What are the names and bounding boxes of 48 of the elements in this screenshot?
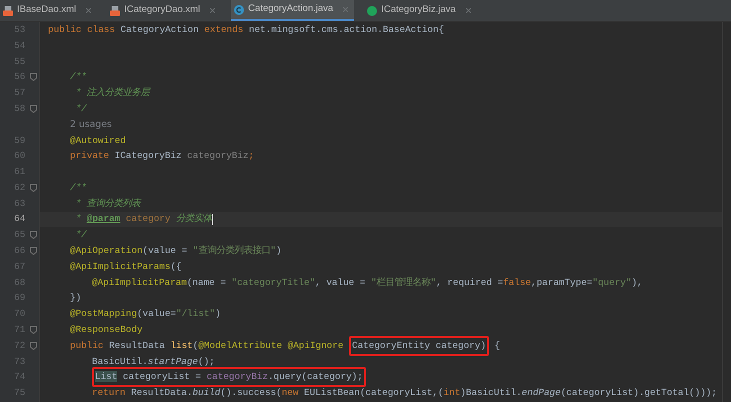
code-line: @ApiImplicitParams({: [70, 260, 182, 274]
close-icon[interactable]: [343, 7, 348, 12]
code-line: * 查询分类列表: [74, 196, 141, 211]
close-icon[interactable]: [86, 8, 92, 13]
code-line: @PostMapping(value="/list"): [70, 307, 221, 322]
code-line: */: [74, 228, 87, 242]
editor-tab[interactable]: ICategoryBiz.java: [364, 0, 477, 21]
code-line: }): [70, 291, 82, 306]
code-line: @ApiImplicitParam(name = "categoryTitle", value = "栏目管理名称", required =false,paramType="query"),: [92, 276, 643, 290]
fold-icon[interactable]: [30, 342, 37, 350]
editor-tab[interactable]: CategoryAction.java: [231, 0, 354, 21]
editor-tab[interactable]: IBaseDao.xml: [0, 0, 98, 21]
tab-label: IBaseDao.xml: [17, 3, 76, 18]
close-icon[interactable]: [466, 8, 471, 13]
close-icon[interactable]: [210, 8, 216, 13]
fold-icon[interactable]: [30, 231, 37, 240]
code-line: */: [74, 102, 87, 116]
code-text: public ResultData list(@ModelAttribute @ApiIgnore: [70, 338, 344, 353]
file-icon: [110, 6, 120, 16]
code-text: {: [493, 338, 500, 353]
code-line: BasicUtil.startPage();: [92, 354, 215, 369]
fold-icon[interactable]: [30, 104, 37, 113]
file-icon: [3, 6, 13, 16]
tab-label: CategoryAction.java: [248, 2, 334, 16]
highlight-box: CategoryEntity category): [349, 336, 489, 356]
tab-label: ICategoryDao.xml: [124, 3, 200, 18]
editor-tab[interactable]: ICategoryDao.xml: [107, 0, 222, 21]
code-line: private ICategoryBiz categoryBiz;: [70, 149, 254, 164]
code-line: * @param category 分类实体: [74, 212, 212, 226]
code-line: public class CategoryAction extends net.mingsoft.cms.action.BaseAction{: [48, 22, 444, 37]
line-number: 64: [14, 213, 26, 224]
text-cursor: [212, 214, 214, 225]
code-line: * 注入分类业务层: [74, 86, 150, 100]
interface-icon: [367, 6, 378, 16]
code-line: @Autowired: [70, 134, 126, 148]
fold-icon[interactable]: [30, 326, 37, 334]
code-line: return ResultData.build().success(new EUListBean(categoryList,(int)BasicUtil.endPage(categoryList).getTotal()));: [92, 386, 717, 400]
fold-icon[interactable]: [30, 184, 37, 192]
class-icon: [234, 4, 244, 14]
fold-icon[interactable]: [30, 73, 37, 82]
code-line: @ApiOperation(value = "查询分类列表接口"): [70, 244, 282, 258]
fold-icon[interactable]: [30, 247, 37, 256]
tab-label: ICategoryBiz.java: [381, 3, 456, 18]
usage-hint: 2 usages: [70, 118, 112, 132]
code-line: @ResponseBody: [70, 323, 143, 337]
code-line: /**: [70, 180, 87, 195]
code-line: /**: [70, 70, 87, 84]
highlight-box: List categoryList = categoryBiz.query(category);: [92, 367, 366, 388]
